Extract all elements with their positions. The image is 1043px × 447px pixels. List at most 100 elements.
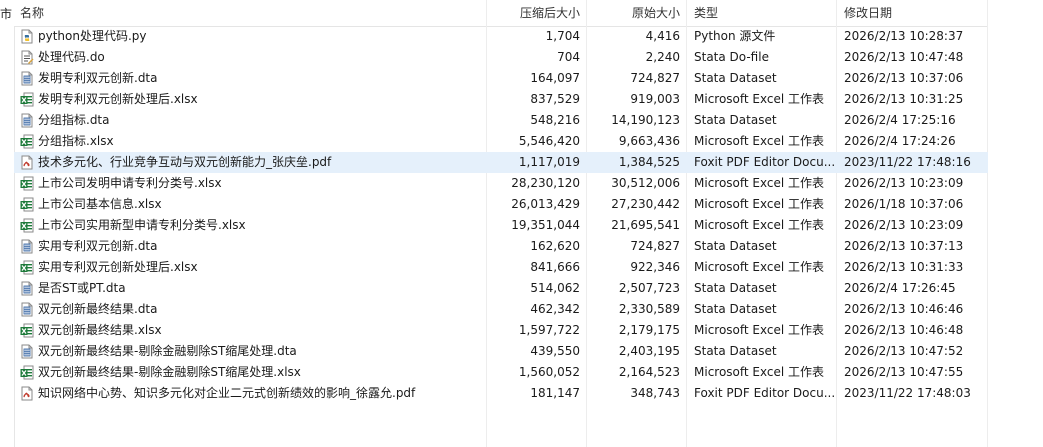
compressed-size: 19,351,044 [511, 218, 580, 232]
file-row[interactable]: 上市公司基本信息.xlsx 26,013,429 27,230,442 Microso… [14, 194, 988, 215]
file-name: 知识网络中心势、知识多元化对企业二元式创新绩效的影响_徐露允.pdf [38, 386, 416, 400]
file-type: Foxit PDF Editor Docu... [694, 386, 836, 400]
file-name: 实用专利双元创新.dta [38, 239, 158, 253]
file-name-cell[interactable]: 上市公司实用新型申请专利分类号.xlsx [20, 215, 480, 236]
excel-file-icon [20, 323, 34, 338]
excel-file-icon [20, 176, 34, 191]
file-name-cell[interactable]: 技术多元化、行业竞争互动与双元创新能力_张庆垒.pdf [20, 152, 480, 173]
file-row[interactable]: 实用专利双元创新.dta 162,620 724,827 Stata Dataset 2… [14, 236, 988, 257]
original-size: 30,512,006 [611, 176, 680, 190]
file-name-cell[interactable]: 发明专利双元创新处理后.xlsx [20, 89, 480, 110]
pdf-file-icon [20, 386, 34, 401]
file-name-cell[interactable]: 实用专利双元创新.dta [20, 236, 480, 257]
compressed-size: 837,529 [530, 92, 580, 106]
file-name: 技术多元化、行业竞争互动与双元创新能力_张庆垒.pdf [38, 155, 332, 169]
file-name-cell[interactable]: 发明专利双元创新.dta [20, 68, 480, 89]
file-name-cell[interactable]: 实用专利双元创新处理后.xlsx [20, 257, 480, 278]
file-row[interactable]: 是否ST或PT.dta 514,062 2,507,723 Stata Dataset… [14, 278, 988, 299]
file-name-cell[interactable]: python处理代码.py [20, 26, 480, 47]
file-rows: python处理代码.py 1,704 4,416 Python 源文件 2026/2/… [14, 26, 988, 404]
modified-date: 2026/2/13 10:47:52 [844, 344, 964, 358]
file-row[interactable]: 处理代码.do 704 2,240 Stata Do-file 2026/2/13 10… [14, 47, 988, 68]
file-row[interactable]: 双元创新最终结果.xlsx 1,597,722 2,179,175 Microsoft… [14, 320, 988, 341]
column-header-modified-date[interactable]: 修改日期 [838, 0, 988, 26]
file-name: 上市公司发明申请专利分类号.xlsx [38, 176, 222, 190]
compressed-size: 1,597,722 [518, 323, 580, 337]
modified-date: 2026/2/13 10:28:37 [844, 29, 964, 43]
dta-file-icon [20, 281, 34, 296]
file-row[interactable]: 双元创新最终结果-剔除金融剔除ST缩尾处理.dta 439,550 2,403,19… [14, 341, 988, 362]
dta-file-icon [20, 71, 34, 86]
dta-file-icon [20, 302, 34, 317]
excel-file-icon [20, 260, 34, 275]
file-row[interactable]: 双元创新最终结果.dta 462,342 2,330,589 Stata Datase… [14, 299, 988, 320]
modified-date: 2026/2/13 10:37:13 [844, 239, 964, 253]
file-row[interactable]: 实用专利双元创新处理后.xlsx 841,666 922,346 Microsoft … [14, 257, 988, 278]
file-name-cell[interactable]: 双元创新最终结果-剔除金融剔除ST缩尾处理.dta [20, 341, 480, 362]
file-name-cell[interactable]: 双元创新最终结果.xlsx [20, 320, 480, 341]
file-row[interactable]: 上市公司实用新型申请专利分类号.xlsx 19,351,044 21,695,541… [14, 215, 988, 236]
modified-date: 2023/11/22 17:48:03 [844, 386, 971, 400]
file-name: 双元创新最终结果.dta [38, 302, 158, 316]
file-list[interactable]: 名称 ^ 压缩后大小 原始大小 类型 修改日期 python处理代码.py 1,7… [14, 0, 1043, 447]
column-header-compressed-size[interactable]: 压缩后大小 [486, 0, 586, 26]
original-size: 724,827 [630, 239, 680, 253]
file-name-cell[interactable]: 双元创新最终结果-剔除金融剔除ST缩尾处理.xlsx [20, 362, 480, 383]
dta-file-icon [20, 239, 34, 254]
sort-ascending-icon: ^ [246, 0, 255, 7]
file-row[interactable]: 上市公司发明申请专利分类号.xlsx 28,230,120 30,512,006 Mi… [14, 173, 988, 194]
file-name-cell[interactable]: 分组指标.xlsx [20, 131, 480, 152]
modified-date: 2026/1/18 10:37:06 [844, 197, 964, 211]
column-header-type[interactable]: 类型 [688, 0, 838, 26]
pdf-file-icon [20, 155, 34, 170]
file-row[interactable]: 双元创新最终结果-剔除金融剔除ST缩尾处理.xlsx 1,560,052 2,164… [14, 362, 988, 383]
original-size: 2,330,589 [618, 302, 680, 316]
file-type: Microsoft Excel 工作表 [694, 176, 825, 190]
original-size: 21,695,541 [611, 218, 680, 232]
file-name: 分组指标.xlsx [38, 134, 114, 148]
file-name-cell[interactable]: 上市公司基本信息.xlsx [20, 194, 480, 215]
file-row[interactable]: 知识网络中心势、知识多元化对企业二元式创新绩效的影响_徐露允.pdf 181,14… [14, 383, 988, 404]
file-type: Stata Dataset [694, 113, 777, 127]
file-name-cell[interactable]: 是否ST或PT.dta [20, 278, 480, 299]
file-row[interactable]: 分组指标.dta 548,216 14,190,123 Stata Dataset 20… [14, 110, 988, 131]
modified-date: 2026/2/13 10:31:33 [844, 260, 964, 274]
file-name-cell[interactable]: 上市公司发明申请专利分类号.xlsx [20, 173, 480, 194]
compressed-size: 548,216 [530, 113, 580, 127]
excel-file-icon [20, 365, 34, 380]
compressed-size: 162,620 [530, 239, 580, 253]
column-header-original-size[interactable]: 原始大小 [586, 0, 686, 26]
file-row[interactable]: python处理代码.py 1,704 4,416 Python 源文件 2026/2/… [14, 26, 988, 47]
original-size: 4,416 [645, 29, 680, 43]
modified-date: 2026/2/13 10:37:06 [844, 71, 964, 85]
file-name-cell[interactable]: 分组指标.dta [20, 110, 480, 131]
modified-date: 2026/2/4 17:24:26 [844, 134, 956, 148]
file-type: Microsoft Excel 工作表 [694, 92, 825, 106]
file-name-cell[interactable]: 双元创新最终结果.dta [20, 299, 480, 320]
excel-file-icon [20, 92, 34, 107]
file-name: 双元创新最终结果-剔除金融剔除ST缩尾处理.dta [38, 344, 297, 358]
file-type: Stata Dataset [694, 344, 777, 358]
file-type: Foxit PDF Editor Docu... [694, 155, 836, 169]
excel-file-icon [20, 134, 34, 149]
modified-date: 2023/11/22 17:48:16 [844, 155, 971, 169]
compressed-size: 28,230,120 [511, 176, 580, 190]
file-name-cell[interactable]: 处理代码.do [20, 47, 480, 68]
compressed-size: 1,704 [545, 29, 580, 43]
dta-file-icon [20, 113, 34, 128]
file-type: Stata Dataset [694, 71, 777, 85]
file-row[interactable]: 技术多元化、行业竞争互动与双元创新能力_张庆垒.pdf 1,117,019 1,38… [14, 152, 988, 173]
file-type: Microsoft Excel 工作表 [694, 218, 825, 232]
file-type: Stata Do-file [694, 50, 769, 64]
original-size: 2,164,523 [618, 365, 680, 379]
file-row[interactable]: 发明专利双元创新.dta 164,097 724,827 Stata Dataset 2… [14, 68, 988, 89]
original-size: 2,403,195 [618, 344, 680, 358]
file-name: 实用专利双元创新处理后.xlsx [38, 260, 198, 274]
file-name: 发明专利双元创新.dta [38, 71, 158, 85]
compressed-size: 704 [557, 50, 580, 64]
file-name-cell[interactable]: 知识网络中心势、知识多元化对企业二元式创新绩效的影响_徐露允.pdf [20, 383, 480, 404]
file-row[interactable]: 分组指标.xlsx 5,546,420 9,663,436 Microsoft Exc… [14, 131, 988, 152]
do-file-icon [20, 50, 34, 65]
file-row[interactable]: 发明专利双元创新处理后.xlsx 837,529 919,003 Microsoft … [14, 89, 988, 110]
excel-file-icon [20, 218, 34, 233]
